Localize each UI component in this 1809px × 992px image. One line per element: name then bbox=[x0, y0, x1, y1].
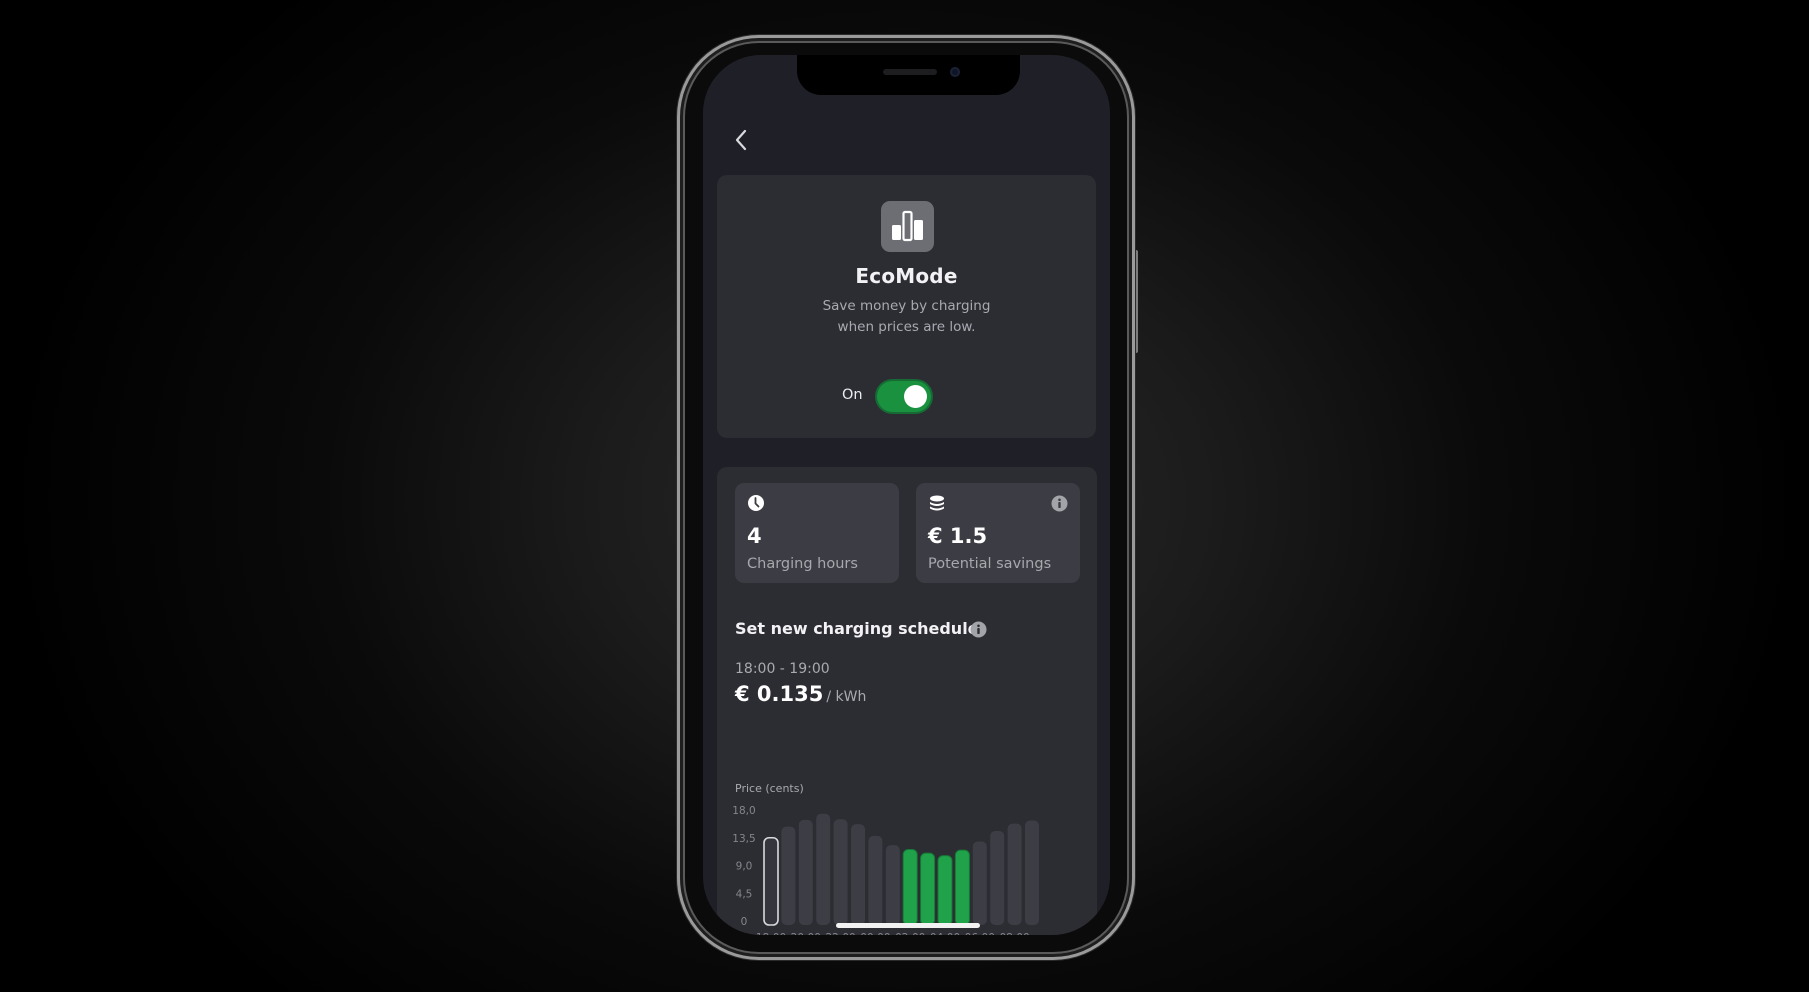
home-indicator bbox=[836, 923, 980, 928]
x-tick-label: 20:00 bbox=[791, 932, 821, 935]
x-tick-label: 18:00 bbox=[756, 932, 786, 935]
ecomode-subtitle: Save money by charging when prices are l… bbox=[777, 296, 1036, 338]
back-button[interactable] bbox=[731, 127, 753, 153]
bar-22:00[interactable] bbox=[833, 819, 848, 925]
ecomode-card: EcoMode Save money by charging when pric… bbox=[717, 175, 1096, 438]
bar-23:00[interactable] bbox=[851, 824, 865, 925]
bar-19:00[interactable] bbox=[781, 826, 796, 925]
y-tick-label: 18,0 bbox=[732, 805, 755, 817]
subtitle-line-1: Save money by charging bbox=[822, 298, 991, 314]
bar-charging-03:00[interactable] bbox=[920, 852, 936, 926]
bar-21:00[interactable] bbox=[816, 813, 831, 925]
ecomode-toggle[interactable] bbox=[877, 381, 931, 412]
y-tick-label: 13,5 bbox=[732, 833, 755, 845]
chevron-left-icon bbox=[735, 129, 747, 151]
x-tick-label: 00:00 bbox=[860, 932, 890, 935]
bar-01:00[interactable] bbox=[885, 845, 900, 925]
camera bbox=[950, 67, 960, 77]
bar-20:00[interactable] bbox=[798, 819, 813, 925]
ecomode-title: EcoMode bbox=[855, 264, 958, 288]
x-tick-label: 08:00 bbox=[999, 932, 1029, 935]
y-tick-label: 4,5 bbox=[736, 888, 753, 900]
bar-charging-05:00[interactable] bbox=[954, 849, 970, 926]
bar-chart-icon bbox=[881, 201, 934, 252]
toggle-label: On bbox=[842, 387, 863, 403]
bar-06:00[interactable] bbox=[972, 841, 987, 925]
y-tick-label: 0 bbox=[741, 916, 748, 928]
bar-08:00[interactable] bbox=[1007, 823, 1022, 925]
schedule-card: 4 Charging hours € 1.5 Potential savings… bbox=[717, 467, 1097, 935]
subtitle-line-2: when prices are low. bbox=[837, 319, 976, 335]
bar-07:00[interactable] bbox=[990, 830, 1005, 925]
x-tick-label: 04:00 bbox=[930, 932, 960, 935]
price-chart: 18,0 13,5 9,0 4,5 0 18:00 20:00 22:00 00:00 02:00… bbox=[732, 805, 1039, 935]
x-tick-label: 02:00 bbox=[895, 932, 925, 935]
bar-selected-18:00[interactable] bbox=[763, 836, 779, 926]
x-tick-label: 22:00 bbox=[825, 932, 855, 935]
notch bbox=[797, 55, 1020, 95]
bar-charging-04:00[interactable] bbox=[937, 855, 953, 926]
bar-09:00[interactable] bbox=[1025, 820, 1039, 925]
phone-screen: EcoMode Save money by charging when pric… bbox=[703, 55, 1110, 935]
bar-00:00[interactable] bbox=[868, 835, 883, 925]
toggle-knob bbox=[904, 385, 927, 408]
bar-charging-02:00[interactable] bbox=[902, 848, 918, 926]
ecomode-toggle-row: On bbox=[717, 377, 1096, 415]
y-tick-label: 9,0 bbox=[736, 861, 753, 873]
speaker bbox=[883, 69, 937, 75]
x-tick-label: 06:00 bbox=[965, 932, 995, 935]
